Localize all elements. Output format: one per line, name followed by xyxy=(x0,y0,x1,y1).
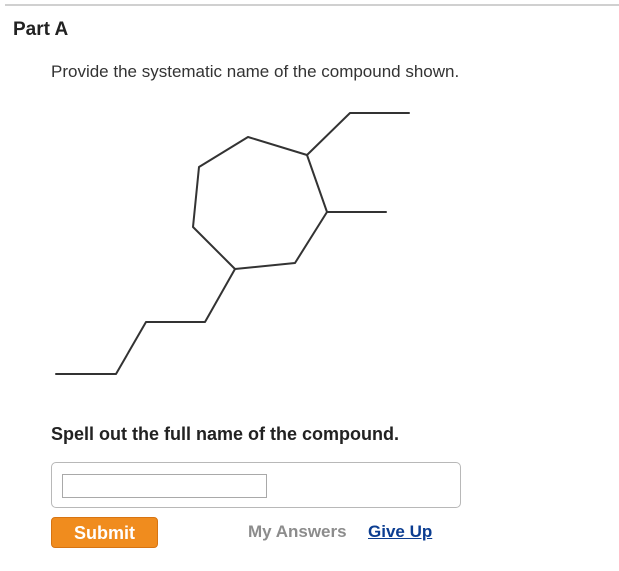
ethyl-substituent xyxy=(306,112,410,156)
submit-button[interactable]: Submit xyxy=(51,517,158,548)
butyl-substituent xyxy=(55,268,236,375)
my-answers-link[interactable]: My Answers xyxy=(248,522,347,542)
compound-name-input[interactable] xyxy=(62,474,267,498)
answer-box xyxy=(51,462,461,508)
cycloheptane-ring xyxy=(192,136,328,270)
give-up-link[interactable]: Give Up xyxy=(368,522,432,542)
answer-instruction: Spell out the full name of the compound. xyxy=(51,424,399,444)
